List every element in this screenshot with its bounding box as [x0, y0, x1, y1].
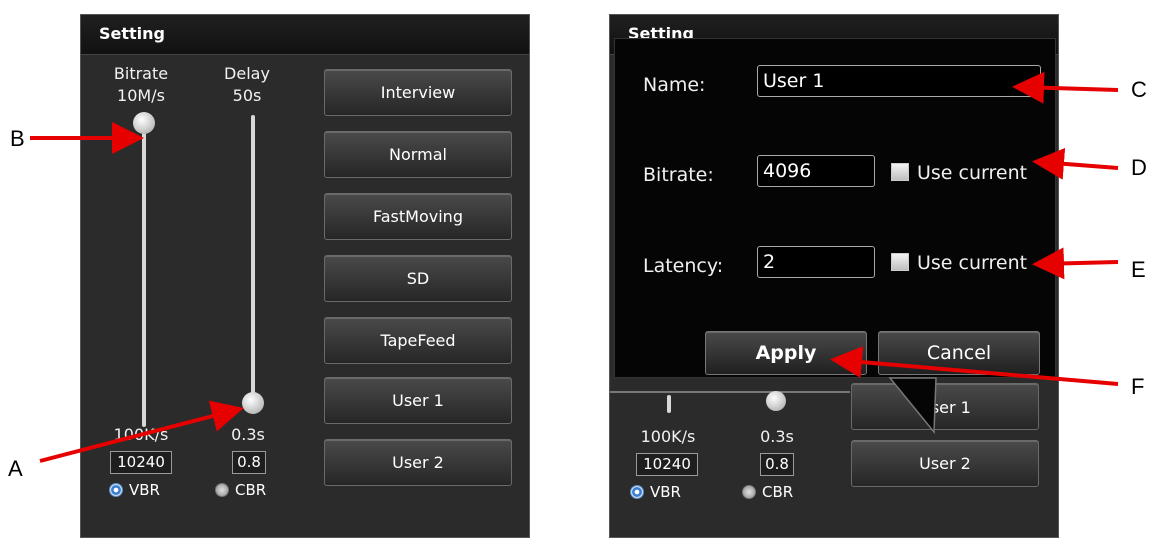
bitrate-header: Bitrate 10M/s	[101, 63, 181, 107]
delay-value-field[interactable]: 0.8	[232, 451, 266, 474]
bitrate-slider-knob[interactable]	[133, 112, 155, 134]
bitrate-use-current-checkbox[interactable]	[891, 163, 909, 181]
divider	[610, 391, 850, 393]
bitrate-value-field[interactable]: 10240	[636, 453, 698, 476]
latency-use-current-checkbox[interactable]	[891, 253, 909, 271]
delay-slider-knob[interactable]	[766, 391, 786, 411]
delay-slider-track[interactable]	[251, 115, 255, 403]
preset-normal-button[interactable]: Normal	[324, 131, 512, 178]
annotation-label-d: D	[1131, 155, 1147, 180]
preset-sd-button[interactable]: SD	[324, 255, 512, 302]
latency-label: Latency:	[643, 255, 724, 277]
cancel-button[interactable]: Cancel	[878, 331, 1040, 375]
delay-slider-knob[interactable]	[242, 392, 264, 414]
preset-interview-button[interactable]: Interview	[324, 69, 512, 116]
bitrate-input[interactable]: 4096	[757, 155, 875, 187]
vbr-radio[interactable]: VBR	[630, 483, 681, 501]
delay-value-field[interactable]: 0.8	[760, 453, 794, 476]
annotation-label-a: A	[8, 456, 23, 481]
preset-user1-button[interactable]: User 1	[324, 377, 512, 424]
radio-unselected-icon	[215, 483, 229, 497]
delay-min-label: 0.3s	[760, 427, 794, 446]
apply-button[interactable]: Apply	[705, 331, 867, 375]
preset-fastmoving-button[interactable]: FastMoving	[324, 193, 512, 240]
preset-tapefeed-button[interactable]: TapeFeed	[324, 317, 512, 364]
cbr-radio[interactable]: CBR	[742, 483, 793, 501]
bitrate-label: Bitrate:	[643, 164, 714, 186]
latency-input[interactable]: 2	[757, 246, 875, 278]
vbr-label: VBR	[129, 481, 160, 499]
panel-titlebar: Setting	[81, 15, 529, 55]
bitrate-slider-track[interactable]	[667, 395, 671, 413]
bitrate-use-current-label: Use current	[917, 162, 1028, 184]
radio-selected-icon	[109, 483, 123, 497]
settings-panel-left: Setting Bitrate 10M/s 100K/s 10240 Delay…	[80, 14, 530, 538]
cbr-label: CBR	[235, 481, 267, 499]
bitrate-label: Bitrate	[113, 64, 169, 83]
vbr-label: VBR	[650, 483, 681, 501]
radio-unselected-icon	[742, 485, 756, 499]
radio-selected-icon	[630, 485, 644, 499]
cbr-radio[interactable]: CBR	[215, 481, 266, 499]
name-input[interactable]: User 1	[757, 65, 1041, 97]
preset-user2-button[interactable]: User 2	[324, 439, 512, 486]
vbr-radio[interactable]: VBR	[109, 481, 160, 499]
annotation-label-c: C	[1131, 77, 1147, 102]
panel-title: Setting	[99, 24, 165, 43]
edit-preset-dialog: Name: User 1 Bitrate: 4096 Use current L…	[614, 38, 1056, 378]
delay-label: Delay	[224, 64, 270, 83]
delay-header: Delay 50s	[211, 63, 283, 107]
annotation-label-b: B	[10, 126, 25, 151]
bitrate-max-label: 10M/s	[117, 86, 165, 105]
delay-min-label: 0.3s	[231, 425, 265, 444]
latency-use-current-label: Use current	[917, 252, 1028, 274]
preset-user2-button[interactable]: User 2	[851, 440, 1039, 487]
preset-user1-button[interactable]: User 1	[851, 383, 1039, 430]
bitrate-slider-track[interactable]	[142, 127, 146, 427]
bitrate-value-field[interactable]: 10240	[110, 451, 172, 474]
name-label: Name:	[643, 74, 706, 96]
bitrate-min-label: 100K/s	[640, 427, 696, 446]
bitrate-min-label: 100K/s	[113, 425, 169, 444]
annotation-label-e: E	[1131, 257, 1146, 282]
cbr-label: CBR	[762, 483, 794, 501]
annotation-label-f: F	[1131, 374, 1145, 399]
delay-max-label: 50s	[232, 86, 262, 105]
